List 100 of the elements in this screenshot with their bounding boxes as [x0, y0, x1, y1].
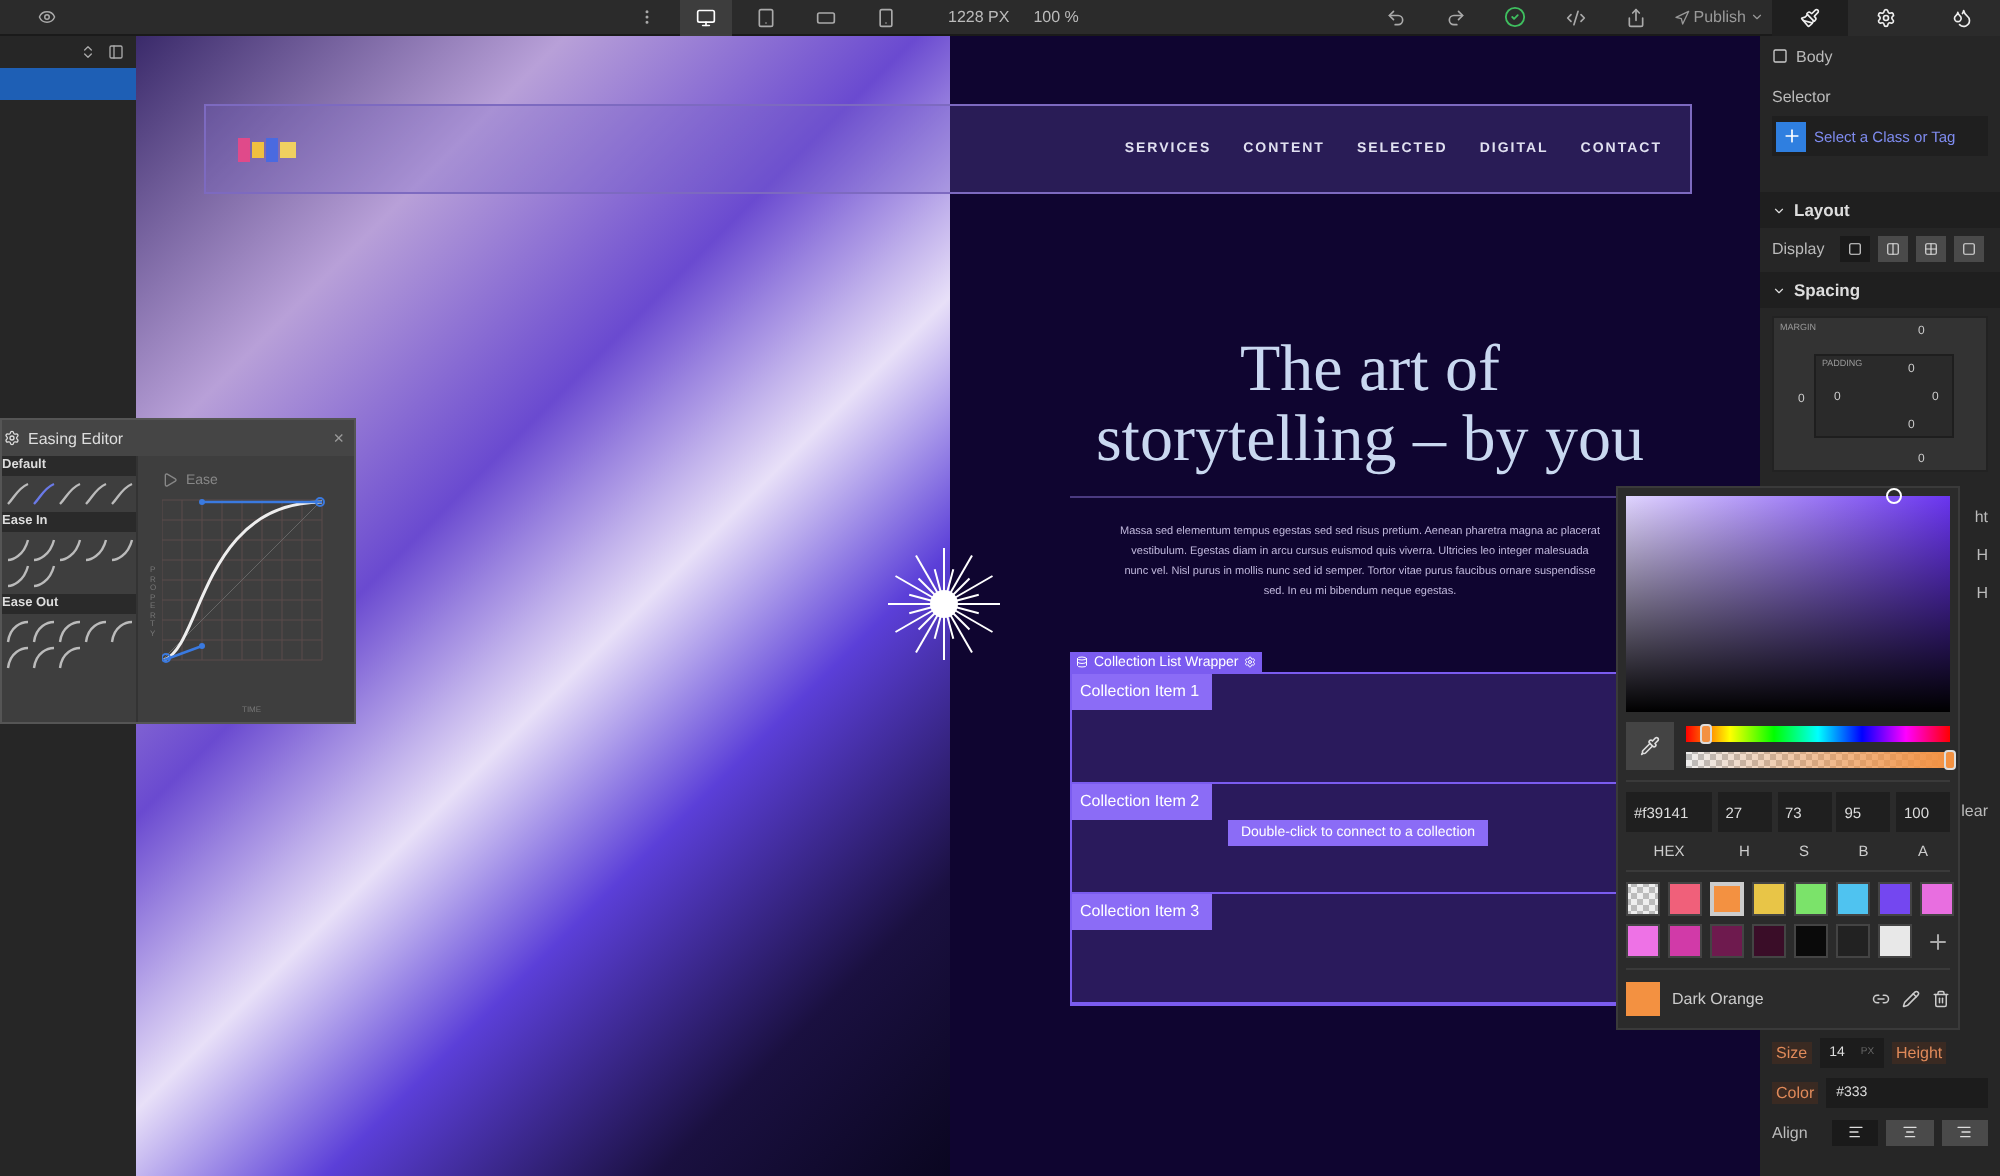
easing-curve-preset[interactable] [58, 646, 82, 670]
easing-curve-preset[interactable] [6, 538, 30, 562]
plus-icon [1925, 929, 1949, 953]
property-label: H [1976, 584, 1988, 602]
color-swatch[interactable] [1668, 882, 1702, 916]
phone-icon [876, 7, 896, 27]
easing-curve-preset[interactable] [110, 620, 134, 644]
color-swatch[interactable] [1878, 924, 1912, 958]
size-label: Size [1772, 1041, 1812, 1063]
collection-item-tag[interactable]: Collection Item 1 [1072, 674, 1212, 710]
property-label: ht [1974, 508, 1988, 526]
collection-item-tag[interactable]: Collection Item 2 [1072, 784, 1212, 820]
delete-icon[interactable] [1932, 990, 1950, 1008]
current-swatch [1626, 982, 1660, 1016]
align-option[interactable] [1941, 1119, 1989, 1145]
color-swatch[interactable] [1920, 882, 1954, 916]
code-icon [1565, 7, 1586, 27]
easing-curve-preset[interactable] [84, 482, 108, 506]
easing-curve-preset[interactable] [32, 538, 56, 562]
easing-curve-preset[interactable] [32, 564, 56, 588]
collapse-icon[interactable] [1772, 203, 1786, 217]
easing-curve-preset[interactable] [6, 482, 30, 506]
opacity-slider[interactable] [1686, 751, 1950, 767]
plus-icon [1781, 126, 1801, 146]
color-swatch[interactable] [1836, 882, 1870, 916]
eyedropper-button[interactable] [1626, 722, 1674, 770]
easing-curve-preset[interactable] [32, 482, 56, 506]
square-icon [1962, 241, 1977, 255]
easing-curve-preset[interactable] [6, 620, 30, 644]
breakpoint-button[interactable] [680, 0, 732, 35]
slider-thumb[interactable] [1699, 723, 1712, 743]
display-option[interactable] [1954, 235, 1985, 261]
color-swatch[interactable] [1626, 924, 1660, 958]
check-icon [1504, 6, 1527, 28]
easing-curve-preset[interactable] [58, 482, 82, 506]
property-label: H [1976, 546, 1988, 564]
color-swatch[interactable] [1626, 882, 1660, 916]
color-swatch[interactable] [1878, 882, 1912, 916]
easing-curve-preset[interactable] [84, 620, 108, 644]
color-swatch[interactable] [1668, 924, 1702, 958]
display-option[interactable] [1916, 235, 1947, 261]
eyedropper-icon [1640, 736, 1660, 756]
align-left-icon [1847, 1124, 1863, 1140]
easing-curve-preset[interactable] [58, 538, 82, 562]
easing-curve-preset[interactable] [6, 564, 30, 588]
redo-icon [1445, 7, 1466, 27]
display-option[interactable] [1878, 235, 1909, 261]
element-icon [1772, 48, 1788, 64]
color-swatch[interactable] [1752, 882, 1786, 916]
easing-curve-preset[interactable] [6, 646, 30, 670]
easing-curve-preset[interactable] [110, 482, 134, 506]
align-option[interactable] [1886, 1119, 1934, 1145]
landscape-phone-icon [816, 7, 836, 27]
collapse-icon[interactable] [1772, 283, 1786, 297]
color-label: Color [1772, 1081, 1819, 1103]
sidebar-icon[interactable] [108, 44, 124, 60]
grid-icon [1924, 241, 1939, 255]
hue-slider[interactable] [1686, 725, 1950, 741]
window-title: Easing Editor [28, 429, 126, 447]
swatch-name: Dark Orange [1672, 990, 1766, 1008]
color-handle[interactable] [1886, 488, 1902, 504]
color-swatch[interactable] [1794, 882, 1828, 916]
display-label: Display [1772, 239, 1825, 257]
property-label: lear [1961, 802, 1988, 820]
hero-heading: The art of storytelling – by you [1093, 336, 1647, 476]
columns-icon [1886, 241, 1901, 255]
color-swatch[interactable] [1710, 924, 1744, 958]
logo-icon[interactable] [238, 137, 298, 161]
panel-tab[interactable] [1772, 0, 1848, 35]
brush-icon [1800, 7, 1820, 27]
display-option[interactable] [1840, 235, 1871, 261]
easing-curve-preset[interactable] [58, 620, 82, 644]
section-title: Spacing [1794, 280, 1861, 300]
collection-item-tag[interactable]: Collection Item 3 [1072, 894, 1212, 930]
desktop-icon [696, 7, 716, 27]
block-icon [1848, 241, 1863, 255]
edit-icon[interactable] [1902, 990, 1920, 1008]
tablet-icon [756, 7, 776, 27]
add-button[interactable] [1776, 121, 1806, 151]
color-swatch[interactable] [1836, 924, 1870, 958]
play-icon[interactable] [162, 472, 178, 488]
easing-curve-preset[interactable] [110, 538, 134, 562]
color-swatch[interactable] [1794, 924, 1828, 958]
easing-graph[interactable] [162, 496, 330, 668]
easing-curve-preset[interactable] [32, 620, 56, 644]
align-right-icon [1956, 1124, 1973, 1140]
slider-thumb[interactable] [1944, 749, 1956, 769]
export-icon [1625, 7, 1646, 27]
settings-icon [1876, 7, 1896, 27]
color-swatch[interactable] [1752, 924, 1786, 958]
sort-icon[interactable] [80, 44, 96, 60]
section-title: Layout [1794, 200, 1850, 220]
undo-icon [1385, 7, 1406, 27]
easing-curve-preset[interactable] [84, 538, 108, 562]
link-icon[interactable] [1872, 990, 1890, 1008]
drops-icon [1952, 7, 1972, 27]
easing-curve-preset[interactable] [32, 646, 56, 670]
publish-button[interactable]: Publish [1665, 8, 1772, 26]
align-option[interactable] [1831, 1119, 1879, 1145]
settings-icon[interactable] [1244, 656, 1257, 668]
